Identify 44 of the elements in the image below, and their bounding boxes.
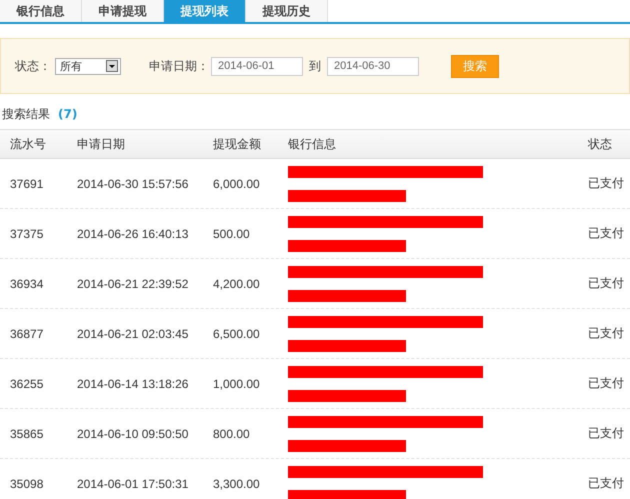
column-header: 提现金额 [212,136,262,152]
table-cell-text: 35865 [9,426,44,440]
table-cell-text: 2014-06-21 02:03:45 [76,326,190,340]
table-cell-text: 36934 [9,276,44,290]
results-count: (7) [58,107,78,121]
table-cell-text: 已支付 [587,425,624,442]
table-cell-text: 2014-06-30 15:57:56 [76,176,190,190]
table-cell-text: 2014-06-26 16:40:13 [76,226,190,240]
table-cell-text: 2014-06-14 13:18:26 [76,376,190,390]
table-cell-text: 1,000.00 [212,376,261,390]
table-cell-text: 36877 [9,326,44,340]
date-to-field[interactable]: 2014-06-30 [327,56,419,76]
table-cell-text: 已支付 [587,225,624,242]
table-cell-text: 3,300.00 [212,476,261,490]
date-label: 申请日期： [149,58,209,74]
tab[interactable]: 提现历史 [246,0,328,22]
table-cell-text: 已支付 [587,275,624,292]
table-cell-text: 37375 [9,226,44,240]
table-cell-text: 35098 [9,476,44,490]
table-cell-text: 2014-06-10 09:50:50 [76,426,190,440]
column-header: 银行信息 [287,136,337,152]
column-header: 状态 [587,136,612,152]
table-cell-text: 已支付 [587,475,624,492]
tab[interactable]: 银行信息 [0,0,82,22]
table-cell-text: 6,500.00 [212,326,261,340]
table-cell-text: 36255 [9,376,44,390]
date-from-field[interactable]: 2014-06-01 [211,56,303,76]
table-cell-text: 2014-06-01 17:50:31 [76,476,190,490]
table-cell-text: 500.00 [212,226,251,240]
table-cell-text: 4,200.00 [212,276,261,290]
column-header: 申请日期 [76,136,126,152]
table-cell-text: 已支付 [587,325,624,342]
status-select[interactable]: 所有 [55,58,121,74]
status-label: 状态： [15,58,51,74]
table-cell-text: 已支付 [587,375,624,392]
tab[interactable]: 申请提现 [82,0,164,22]
table-cell-text: 6,000.00 [212,176,261,190]
table-cell-text: 2014-06-21 22:39:52 [76,276,190,290]
table-cell-text: 800.00 [212,426,251,440]
results-title: 搜索结果 [2,106,50,122]
table-cell-text: 已支付 [587,175,624,192]
column-header: 流水号 [9,136,47,152]
to-label: 到 [309,58,321,74]
table-cell-text: 37691 [9,176,44,190]
